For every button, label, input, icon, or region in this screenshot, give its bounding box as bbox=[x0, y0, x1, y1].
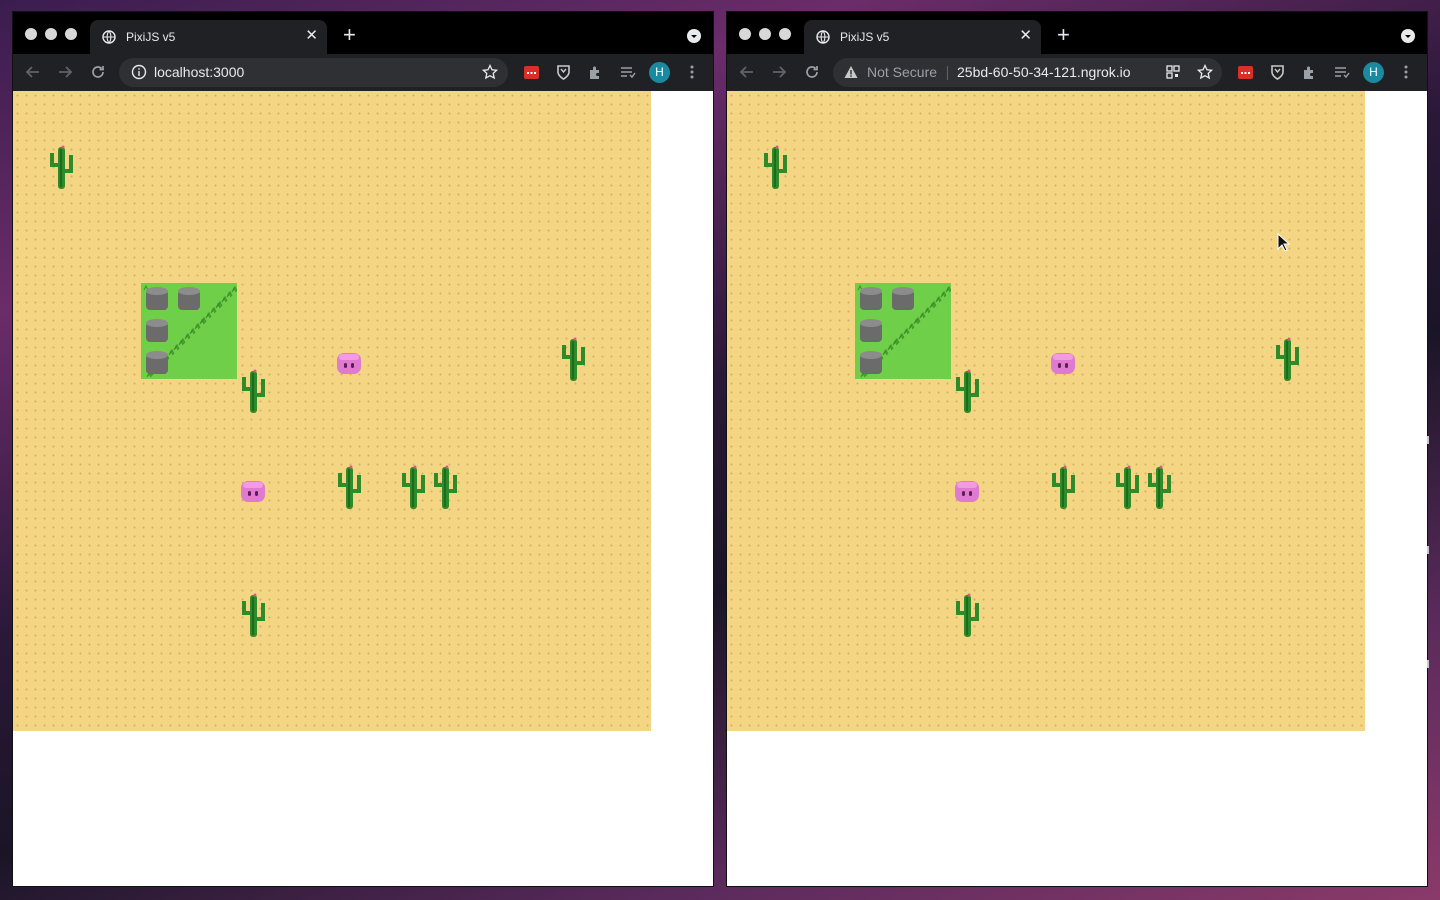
cactus-sprite bbox=[1111, 463, 1143, 516]
minimize-window-button[interactable] bbox=[45, 28, 57, 40]
maximize-window-button[interactable] bbox=[65, 28, 77, 40]
game-canvas[interactable] bbox=[13, 91, 651, 731]
info-icon[interactable] bbox=[131, 64, 147, 80]
profile-avatar[interactable]: H bbox=[649, 62, 670, 83]
window-controls bbox=[25, 28, 77, 40]
tab-title: PixiJS v5 bbox=[840, 30, 890, 44]
cactus-sprite bbox=[951, 591, 983, 644]
cactus-sprite bbox=[1143, 463, 1175, 516]
globe-icon bbox=[816, 30, 830, 44]
qr-code-icon[interactable] bbox=[1165, 64, 1181, 80]
chevron-down-icon bbox=[691, 35, 697, 38]
reading-list-icon[interactable] bbox=[1333, 64, 1350, 81]
tab-pixijs[interactable]: PixiJS v5 ✕ bbox=[804, 20, 1041, 54]
reload-icon[interactable] bbox=[803, 63, 821, 81]
omnibox-divider bbox=[947, 66, 948, 80]
reload-icon[interactable] bbox=[89, 63, 107, 81]
back-arrow-icon[interactable] bbox=[24, 63, 42, 81]
tab-title: PixiJS v5 bbox=[126, 30, 176, 44]
not-secure-label: Not Secure bbox=[867, 64, 938, 80]
cactus-sprite bbox=[237, 367, 269, 420]
cactus-sprite bbox=[333, 463, 365, 516]
tab-pixijs[interactable]: PixiJS v5 ✕ bbox=[90, 20, 327, 54]
slime-sprite bbox=[336, 351, 362, 380]
close-window-button[interactable] bbox=[739, 28, 751, 40]
url-text: 25bd-60-50-34-121.ngrok.io bbox=[957, 64, 1131, 80]
new-tab-button[interactable]: + bbox=[1057, 24, 1070, 46]
cactus-sprite bbox=[237, 591, 269, 644]
cactus-sprite bbox=[397, 463, 429, 516]
cactus-sprite bbox=[45, 143, 77, 196]
browser-window-left: PixiJS v5 ✕ + localhost:3000 H bbox=[13, 12, 713, 886]
tab-close-icon[interactable]: ✕ bbox=[1019, 28, 1032, 44]
desktop-edge-mark bbox=[1427, 436, 1429, 444]
minimize-window-button[interactable] bbox=[759, 28, 771, 40]
address-bar[interactable]: Not Secure 25bd-60-50-34-121.ngrok.io bbox=[833, 58, 1222, 87]
cactus-sprite bbox=[1271, 335, 1303, 388]
game-canvas[interactable] bbox=[727, 91, 1365, 731]
url-text: localhost:3000 bbox=[154, 64, 245, 80]
mouse-cursor-icon bbox=[1277, 233, 1291, 252]
puzzle-extensions-icon[interactable] bbox=[587, 64, 604, 81]
more-menu-icon[interactable] bbox=[690, 64, 694, 80]
extension-red-icon[interactable] bbox=[523, 64, 540, 81]
cactus-sprite bbox=[429, 463, 461, 516]
browser-window-right: PixiJS v5 ✕ + Not Secure 25bd-60-50-34-1… bbox=[727, 12, 1427, 886]
slime-sprite bbox=[954, 479, 980, 508]
grass-rock-patch bbox=[141, 283, 238, 384]
toolbar: Not Secure 25bd-60-50-34-121.ngrok.io H bbox=[727, 54, 1427, 91]
cactus-sprite bbox=[759, 143, 791, 196]
toolbar: localhost:3000 H bbox=[13, 54, 713, 91]
forward-arrow-icon[interactable] bbox=[770, 63, 788, 81]
slime-sprite bbox=[240, 479, 266, 508]
grass-rock-patch bbox=[855, 283, 952, 384]
cactus-sprite bbox=[1047, 463, 1079, 516]
desktop-edge-mark bbox=[1427, 660, 1429, 668]
more-menu-icon[interactable] bbox=[1404, 64, 1408, 80]
puzzle-extensions-icon[interactable] bbox=[1301, 64, 1318, 81]
globe-icon bbox=[102, 30, 116, 44]
page-viewport bbox=[13, 91, 713, 886]
warning-icon[interactable] bbox=[843, 64, 859, 80]
maximize-window-button[interactable] bbox=[779, 28, 791, 40]
new-tab-button[interactable]: + bbox=[343, 24, 356, 46]
shield-extension-icon[interactable] bbox=[1269, 64, 1286, 81]
page-viewport bbox=[727, 91, 1427, 886]
window-controls bbox=[739, 28, 791, 40]
bookmark-star-icon[interactable] bbox=[482, 64, 498, 80]
desktop-edge-mark bbox=[1427, 546, 1429, 554]
tab-strip: PixiJS v5 ✕ + bbox=[13, 12, 713, 54]
bookmark-star-icon[interactable] bbox=[1197, 64, 1213, 80]
tab-search-button[interactable] bbox=[1401, 29, 1415, 43]
close-window-button[interactable] bbox=[25, 28, 37, 40]
back-arrow-icon[interactable] bbox=[738, 63, 756, 81]
extension-red-icon[interactable] bbox=[1237, 64, 1254, 81]
address-bar[interactable]: localhost:3000 bbox=[119, 58, 508, 87]
cactus-sprite bbox=[557, 335, 589, 388]
tab-strip: PixiJS v5 ✕ + bbox=[727, 12, 1427, 54]
cactus-sprite bbox=[951, 367, 983, 420]
profile-avatar[interactable]: H bbox=[1363, 62, 1384, 83]
forward-arrow-icon[interactable] bbox=[56, 63, 74, 81]
slime-sprite bbox=[1050, 351, 1076, 380]
tab-search-button[interactable] bbox=[687, 29, 701, 43]
chevron-down-icon bbox=[1405, 35, 1411, 38]
tab-close-icon[interactable]: ✕ bbox=[305, 28, 318, 44]
reading-list-icon[interactable] bbox=[619, 64, 636, 81]
shield-extension-icon[interactable] bbox=[555, 64, 572, 81]
